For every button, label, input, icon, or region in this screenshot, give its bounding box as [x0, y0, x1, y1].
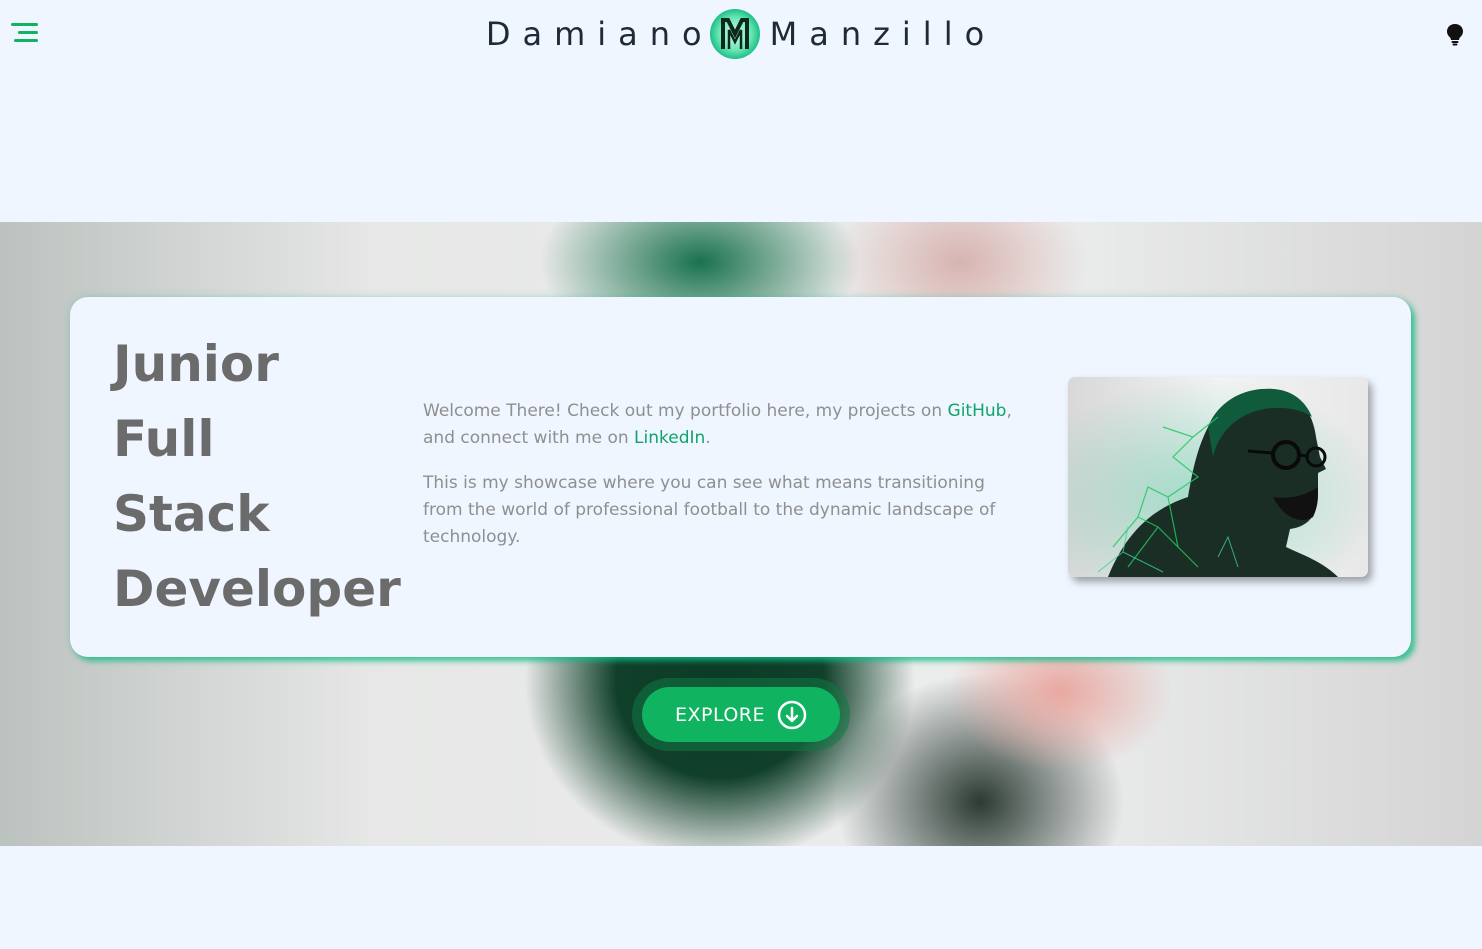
explore-button-label: EXPLORE [674, 703, 766, 726]
intro-text-end: . [705, 428, 711, 448]
intro-paragraph-2: This is my showcase where you can see wh… [423, 473, 996, 547]
hero-section: Junior Full Stack Developer Welcome Ther… [0, 222, 1482, 846]
theme-toggle-button[interactable] [1444, 22, 1466, 46]
brand-logo-icon [720, 18, 749, 49]
role-line-junior: Junior [113, 335, 279, 393]
role-line-full: Full [113, 410, 215, 468]
brand[interactable]: Damiano Manzillo [0, 8, 1482, 60]
github-link[interactable]: GitHub [948, 401, 1007, 421]
explore-button-ring: EXPLORE [632, 678, 850, 751]
role-line-stack: Stack [113, 485, 270, 543]
intro-paragraph-1: Welcome There! Check out my portfolio he… [423, 398, 1023, 452]
intro-text-start: Welcome There! Check out my portfolio he… [423, 401, 948, 421]
explore-button[interactable]: EXPLORE [642, 687, 840, 742]
linkedin-link[interactable]: LinkedIn [634, 428, 705, 448]
lightbulb-icon [1447, 24, 1463, 46]
role-line-developer: Developer [113, 560, 401, 618]
portrait-image [1068, 377, 1368, 577]
brand-logo [709, 9, 760, 59]
intro-text: Welcome There! Check out my portfolio he… [423, 398, 1023, 569]
brand-last-name: Manzillo [769, 15, 997, 53]
site-header: Damiano Manzillo [0, 0, 1482, 70]
arrow-down-circle-icon [777, 700, 807, 729]
hero-card: Junior Full Stack Developer Welcome Ther… [70, 297, 1411, 657]
role-title: Junior Full Stack Developer [113, 327, 433, 627]
portrait-illustration [1068, 377, 1368, 577]
brand-first-name: Damiano [485, 15, 714, 53]
